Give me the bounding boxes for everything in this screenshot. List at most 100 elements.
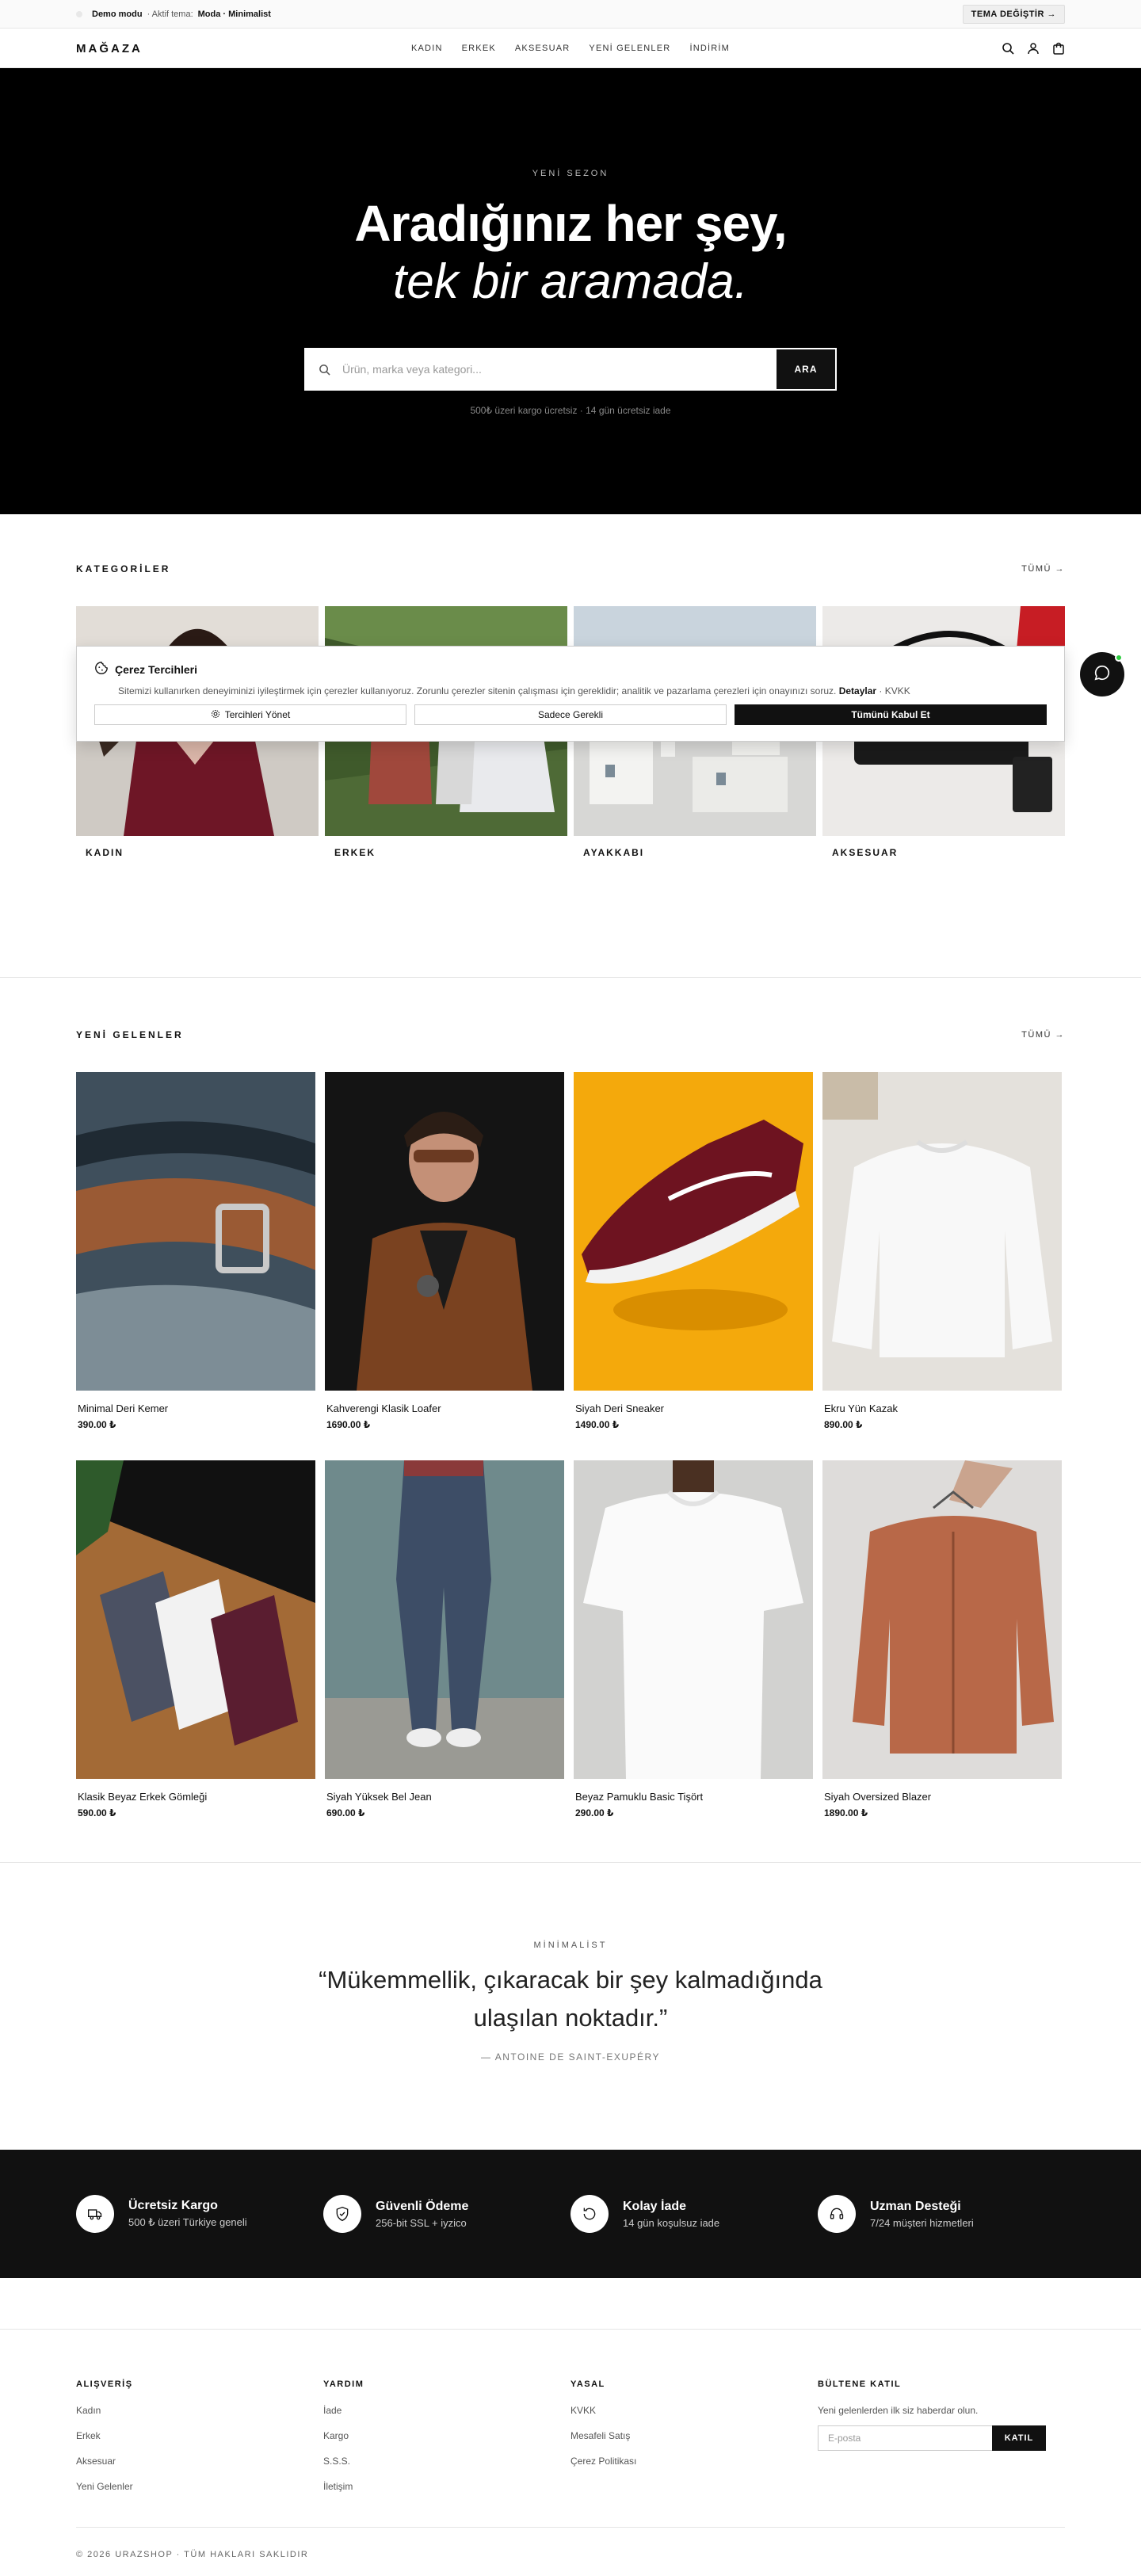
product-name: Beyaz Pamuklu Basic Tişört [575, 1791, 704, 1803]
new-arrivals-head: YENİ GELENLER TÜMÜ → [76, 1029, 1065, 1040]
manage-preferences-button[interactable]: Tercihleri Yönet [94, 704, 406, 725]
cookie-buttons: Tercihleri Yönet Sadece Gerekli Tümünü K… [94, 704, 1047, 725]
footer-column-help: YARDIM İade Kargo S.S.S. İletişim [323, 2379, 570, 2506]
product-image-jeans [325, 1460, 564, 1779]
categories-title: KATEGORİLER [76, 563, 171, 574]
product-image-tshirt [574, 1460, 813, 1779]
hero: YENİ SEZON Aradığınız her şey, tek bir a… [0, 68, 1141, 514]
user-icon[interactable] [1027, 42, 1040, 55]
footer-column-title: YASAL [570, 2379, 605, 2389]
feature-title: Güvenli Ödeme [376, 2199, 469, 2213]
footer-column-title: YARDIM [323, 2379, 364, 2389]
demo-bar: Demo modu · Aktif tema: Moda · Minimalis… [0, 0, 1141, 29]
hero-subtitle: tek bir aramada. [393, 254, 748, 310]
category-label: KADIN [86, 847, 124, 858]
manage-preferences-label: Tercihleri Yönet [224, 709, 291, 720]
quote-author: — ANTOINE DE SAINT-EXUPÉRY [481, 2051, 660, 2063]
cookie-text-row: Sitemizi kullanırken deneyiminizi iyileş… [118, 685, 910, 696]
hero-note: 500₺ üzeri kargo ücretsiz · 14 gün ücret… [470, 405, 671, 417]
cookie-kvkk-link[interactable]: KVKK [885, 685, 910, 696]
footer-link-distance-sales[interactable]: Mesafeli Satış [570, 2430, 818, 2441]
product-price: 690.00 ₺ [326, 1807, 365, 1818]
cookie-title: Çerez Tercihleri [115, 662, 198, 676]
cookie-banner: Çerez Tercihleri Sitemizi kullanırken de… [76, 646, 1065, 742]
product-price: 390.00 ₺ [78, 1419, 116, 1430]
chat-button[interactable] [1080, 652, 1124, 696]
search-icon[interactable] [1002, 42, 1014, 55]
theme-prefix: · Aktif tema: [147, 10, 193, 19]
site-header: MAĞAZA KADIN ERKEK AKSESUAR YENİ GELENLE… [0, 29, 1141, 68]
nav-item-women[interactable]: KADIN [411, 44, 443, 53]
footer-column-legal: YASAL KVKK Mesafeli Satış Çerez Politika… [570, 2379, 818, 2506]
feature-title: Ücretsiz Kargo [128, 2199, 218, 2212]
footer-link-new-arrivals[interactable]: Yeni Gelenler [76, 2481, 323, 2492]
truck-icon [76, 2195, 114, 2233]
footer-link-women[interactable]: Kadın [76, 2405, 323, 2416]
product-card[interactable]: Klasik Beyaz Erkek Gömleği 590.00 ₺ [76, 1460, 315, 1818]
quote-section: MİNİMALİST “Mükemmellik, çıkaracak bir ş… [0, 1863, 1141, 2150]
product-card[interactable]: Ekru Yün Kazak 890.00 ₺ [822, 1072, 1062, 1430]
nav-item-men[interactable]: ERKEK [462, 44, 496, 53]
footer-link-accessories[interactable]: Aksesuar [76, 2456, 323, 2467]
categories-head: KATEGORİLER TÜMÜ → [76, 563, 1065, 574]
product-image-sweater [822, 1072, 1062, 1391]
product-card[interactable]: Kahverengi Klasik Loafer 1690.00 ₺ [325, 1072, 564, 1430]
feature-title: Kolay İade [623, 2199, 687, 2213]
newsletter-join-button[interactable]: KATIL [992, 2425, 1046, 2451]
hero-search-input[interactable] [342, 363, 777, 376]
footer-link-return[interactable]: İade [323, 2405, 570, 2416]
footer-columns: ALIŞVERİŞ Kadın Erkek Aksesuar Yeni Gele… [76, 2379, 1065, 2506]
quote-text: “Mükemmellik, çıkaracak bir şey kalmadığ… [319, 1966, 822, 2032]
product-card[interactable]: Beyaz Pamuklu Basic Tişört 290.00 ₺ [574, 1460, 813, 1818]
new-arrivals-all-link[interactable]: TÜMÜ → [1021, 1030, 1065, 1040]
demo-info: Demo modu · Aktif tema: Moda · Minimalis… [76, 10, 271, 19]
product-name: Kahverengi Klasik Loafer [326, 1402, 441, 1414]
product-name: Ekru Yün Kazak [824, 1402, 898, 1414]
footer-link-contact[interactable]: İletişim [323, 2481, 570, 2492]
feature-secure-payment: Güvenli Ödeme 256-bit SSL + iyzico [323, 2195, 570, 2233]
cookie-details-link[interactable]: Detaylar [839, 685, 876, 696]
product-card[interactable]: Siyah Oversized Blazer 1890.00 ₺ [822, 1460, 1062, 1818]
product-price: 890.00 ₺ [824, 1419, 863, 1430]
new-arrivals-title: YENİ GELENLER [76, 1029, 184, 1040]
demo-status-dot [76, 11, 82, 17]
product-price: 1890.00 ₺ [824, 1807, 868, 1818]
logo[interactable]: MAĞAZA [76, 42, 143, 55]
categories-section: KATEGORİLER TÜMÜ → Çerez Tercihleri Site… [0, 514, 1141, 978]
nav-item-accessories[interactable]: AKSESUAR [515, 44, 570, 53]
chat-bubble-icon [1093, 664, 1111, 685]
return-icon [570, 2195, 609, 2233]
product-price: 1690.00 ₺ [326, 1419, 371, 1430]
product-name: Siyah Deri Sneaker [575, 1402, 664, 1414]
product-card[interactable]: Siyah Yüksek Bel Jean 690.00 ₺ [325, 1460, 564, 1818]
hero-search-form: ARA [304, 348, 837, 391]
product-card[interactable]: Minimal Deri Kemer 390.00 ₺ [76, 1072, 315, 1430]
product-price: 290.00 ₺ [575, 1807, 614, 1818]
product-image-belt [76, 1072, 315, 1391]
footer-link-cookie-policy[interactable]: Çerez Politikası [570, 2456, 818, 2467]
footer-link-shipping[interactable]: Kargo [323, 2430, 570, 2441]
newsletter-email-input[interactable] [818, 2425, 992, 2451]
nav-item-sale[interactable]: İNDİRİM [689, 44, 730, 53]
bag-icon[interactable] [1052, 42, 1065, 55]
categories-all-link[interactable]: TÜMÜ → [1021, 564, 1065, 574]
product-card[interactable]: Siyah Deri Sneaker 1490.00 ₺ [574, 1072, 813, 1430]
switch-theme-button[interactable]: TEMA DEĞİŞTİR → [962, 5, 1065, 24]
hero-search-button[interactable]: ARA [777, 349, 835, 390]
nav-item-new-arrivals[interactable]: YENİ GELENLER [589, 44, 670, 53]
footer-column-shopping: ALIŞVERİŞ Kadın Erkek Aksesuar Yeni Gele… [76, 2379, 323, 2506]
necessary-only-button[interactable]: Sadece Gerekli [414, 704, 727, 725]
footer-divider [0, 2329, 1141, 2330]
search-icon [306, 364, 342, 376]
footer-link-kvkk[interactable]: KVKK [570, 2405, 818, 2416]
shield-icon [323, 2195, 361, 2233]
product-name: Minimal Deri Kemer [78, 1402, 169, 1414]
accept-all-button[interactable]: Tümünü Kabul Et [735, 704, 1047, 725]
product-name: Siyah Oversized Blazer [824, 1791, 932, 1803]
footer-link-faq[interactable]: S.S.S. [323, 2456, 570, 2467]
feature-subtitle: 256-bit SSL + iyzico [376, 2216, 467, 2229]
product-image-loafer [325, 1072, 564, 1391]
cookie-title-row: Çerez Tercihleri [94, 661, 1047, 677]
gear-icon [211, 709, 220, 721]
footer-link-men[interactable]: Erkek [76, 2430, 323, 2441]
